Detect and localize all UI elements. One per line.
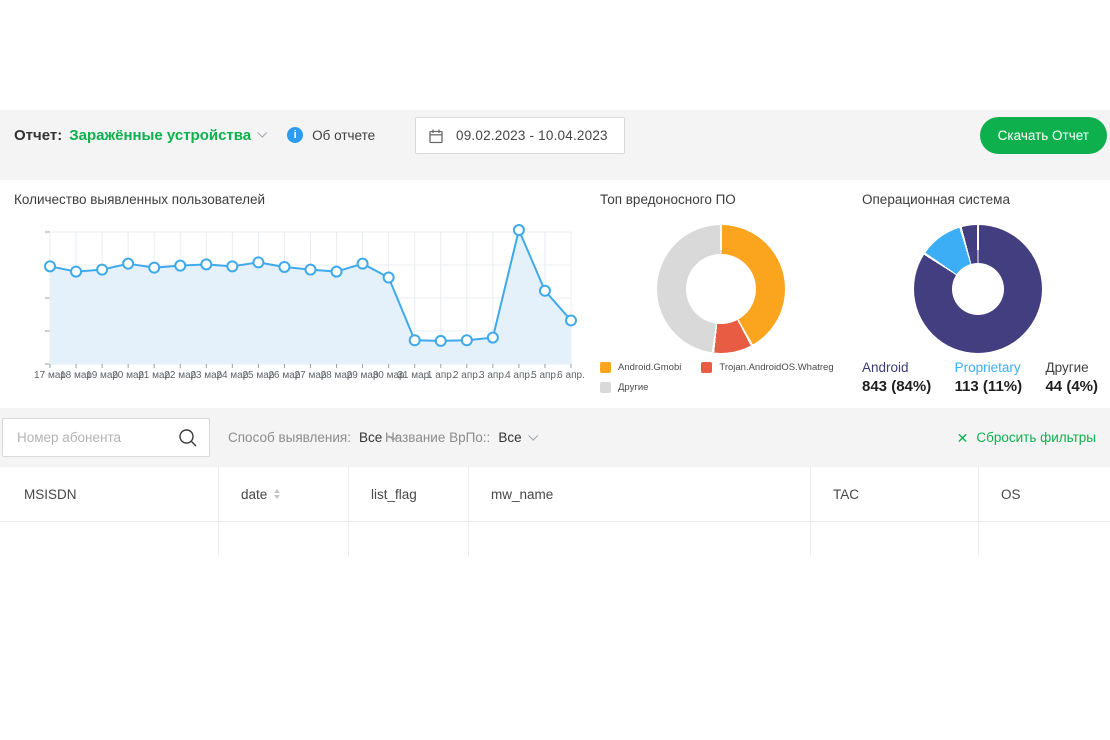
os-stat: Proprietary 113 (11%) [955, 360, 1023, 395]
column-header-msisdn: MSISDN [0, 467, 218, 521]
column-header-list-flag: list_flag [348, 467, 468, 521]
sort-icon[interactable] [274, 489, 280, 499]
malware-donut-block: Топ вредоносного ПО Android.Gmobi Trojan.… [600, 180, 850, 408]
report-title-group: Отчет: Заражённые устройства i Об отчете [14, 117, 375, 153]
calendar-icon [428, 128, 444, 144]
close-icon: ✕ [957, 431, 969, 445]
table-body [0, 521, 1110, 556]
date-range-value: 09.02.2023 - 10.04.2023 [456, 128, 608, 143]
infected-devices-table: MSISDN date list_flag mw_name TAC OS [0, 467, 1110, 594]
malware-name-label: Название ВрПо:: [385, 430, 490, 445]
malware-name-select[interactable]: Название ВрПо:: Все [385, 418, 536, 457]
legend-label: Другие [618, 382, 648, 393]
detection-method-value: Все [359, 430, 382, 445]
os-stat: Другие 44 (4%) [1045, 360, 1098, 395]
about-report-link[interactable]: i Об отчете [287, 127, 375, 143]
os-donut-title: Операционная система [862, 192, 1010, 207]
charts-card: Количество выявленных пользователей 17 м… [0, 180, 1110, 408]
legend-swatch [600, 362, 611, 373]
os-donut-hole [952, 263, 1004, 315]
malware-donut-legend: Android.Gmobi Trojan.AndroidOS.Whatreg Дру… [600, 362, 850, 393]
legend-label: Android.Gmobi [618, 362, 681, 373]
os-stat-label: Android [862, 360, 931, 375]
os-stat-value: 843 (84%) [862, 378, 931, 395]
date-range-picker[interactable]: 09.02.2023 - 10.04.2023 [415, 117, 625, 154]
svg-text:1 апр.: 1 апр. [427, 370, 455, 381]
legend-item: Android.Gmobi [600, 362, 681, 373]
legend-swatch [701, 362, 712, 373]
column-header-mw-name: mw_name [468, 467, 810, 521]
search-icon[interactable] [177, 427, 199, 449]
cell-empty [810, 521, 978, 556]
table-row-clipped [0, 521, 1110, 556]
subscriber-search-input[interactable] [3, 419, 173, 456]
os-stat-value: 113 (11%) [955, 378, 1023, 395]
subscriber-search-box [2, 418, 210, 457]
legend-label: Trojan.AndroidOS.Whatreg [719, 362, 833, 373]
infected-devices-dashboard: Отчет: Заражённые устройства i Об отчете… [0, 0, 1110, 740]
report-label: Отчет: [14, 127, 62, 144]
malware-name-value: Все [498, 430, 521, 445]
os-stat-label: Proprietary [955, 360, 1023, 375]
reset-filters-label: Сбросить фильтры [976, 430, 1096, 445]
line-chart-svg: 17 мар18 мар19 мар20 мар21 мар22 мар23 м… [38, 226, 583, 384]
report-header-bar: Отчет: Заражённые устройства i Об отчете… [0, 117, 1110, 153]
line-chart-title: Количество выявленных пользователей [14, 192, 265, 207]
svg-text:6 апр.: 6 апр. [557, 370, 585, 381]
os-donut-stats: Android 843 (84%) Proprietary 113 (11%) Друг… [862, 360, 1098, 395]
chevron-down-icon [528, 430, 538, 440]
column-header-tac: TAC [810, 467, 978, 521]
os-stat-value: 44 (4%) [1045, 378, 1098, 395]
report-select-dropdown[interactable]: Заражённые устройства [69, 127, 265, 144]
reset-filters-button[interactable]: ✕ Сбросить фильтры [957, 418, 1096, 457]
svg-text:4 апр.: 4 апр. [505, 370, 533, 381]
os-donut-block: Операционная система Android 843 (84%) Pro… [862, 180, 1098, 408]
report-name: Заражённые устройства [69, 127, 251, 144]
svg-text:3 апр.: 3 апр. [479, 370, 507, 381]
chevron-down-icon [257, 128, 267, 138]
malware-donut-hole [686, 254, 756, 324]
about-report-label: Об отчете [312, 128, 375, 143]
filter-bar: Способ выявления: Все Название ВрПо:: Вс… [0, 418, 1110, 458]
cell-empty [348, 521, 468, 556]
legend-item: Другие [600, 382, 648, 393]
legend-swatch [600, 382, 611, 393]
os-stat-label: Другие [1045, 360, 1098, 375]
download-report-button[interactable]: Скачать Отчет [980, 117, 1107, 154]
detection-method-label: Способ выявления: [228, 430, 351, 445]
legend-item: Trojan.AndroidOS.Whatreg [701, 362, 833, 373]
cell-empty [218, 521, 348, 556]
cell-empty [978, 521, 1110, 556]
cell-empty [0, 521, 218, 556]
detection-method-select[interactable]: Способ выявления: Все [228, 418, 396, 457]
malware-donut-title: Топ вредоносного ПО [600, 192, 736, 207]
svg-text:2 апр.: 2 апр. [453, 370, 481, 381]
os-stat: Android 843 (84%) [862, 360, 931, 395]
table-header-row: MSISDN date list_flag mw_name TAC OS [0, 467, 1110, 521]
info-icon: i [287, 127, 303, 143]
malware-donut-chart [657, 225, 785, 353]
svg-text:5 апр.: 5 апр. [531, 370, 559, 381]
cell-empty [468, 521, 810, 556]
os-donut-chart [914, 225, 1042, 353]
column-header-date[interactable]: date [218, 467, 348, 521]
column-header-os: OS [978, 467, 1110, 521]
